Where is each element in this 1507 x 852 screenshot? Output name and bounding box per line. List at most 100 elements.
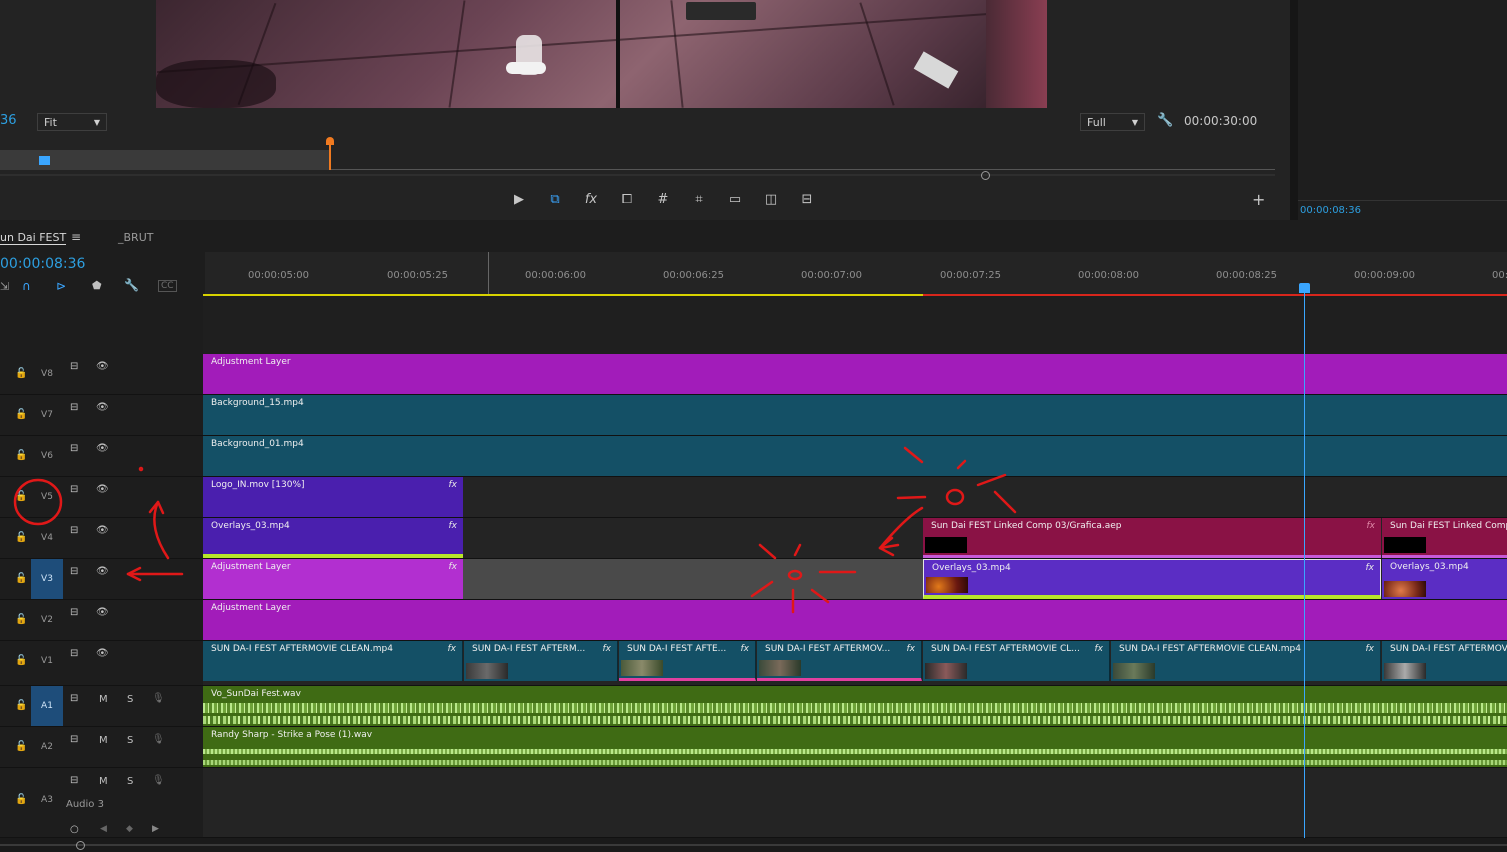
toggle-sync-icon[interactable]: ⊟ xyxy=(70,693,78,704)
captions-icon[interactable]: CC xyxy=(158,280,177,292)
track-name-a3[interactable]: Audio 3 xyxy=(66,799,104,810)
lock-icon[interactable]: 🔓 xyxy=(15,794,27,805)
mute-button[interactable]: M xyxy=(99,694,108,705)
mute-button[interactable]: M xyxy=(99,735,108,746)
clip[interactable]: SUN DA-I FEST AFTERMOVIE CL... fx xyxy=(923,641,1110,681)
clip[interactable]: Sun Dai FEST Linked Comp 0 xyxy=(1382,518,1507,558)
eye-icon[interactable]: 👁 xyxy=(96,443,109,454)
clip[interactable]: Adjustment Layer fx xyxy=(203,559,463,599)
prev-keyframe-icon[interactable]: ◀ xyxy=(100,824,107,834)
monitor-timecode[interactable]: 36 xyxy=(0,113,17,128)
eye-icon[interactable]: 👁 xyxy=(96,402,109,413)
audio-clip[interactable]: Randy Sharp - Strike a Pose (1).wav xyxy=(203,727,1507,767)
solo-button[interactable]: S xyxy=(127,694,133,705)
toggle-sync-icon[interactable]: ⊟ xyxy=(70,566,78,577)
eye-icon[interactable]: 👁 xyxy=(96,648,109,659)
wrench-icon[interactable]: 🔧 xyxy=(1157,113,1173,128)
clip[interactable]: Sun Dai FEST Linked Comp 03/Grafica.aep … xyxy=(923,518,1381,558)
comparison-view-icon[interactable]: ▭ xyxy=(726,191,744,209)
lock-icon[interactable]: 🔓 xyxy=(15,741,27,752)
track-target-v6[interactable]: V6 xyxy=(31,436,63,476)
clip[interactable]: SUN DA-I FEST AFTERMOVIE CLEAN.mp4 fx xyxy=(203,641,463,681)
eye-icon[interactable]: 👁 xyxy=(96,525,109,536)
tab-menu-icon[interactable]: ≡ xyxy=(71,230,81,244)
play-icon[interactable]: ▶ xyxy=(510,191,528,209)
microphone-icon[interactable]: 🎙 xyxy=(152,693,165,704)
clip[interactable]: Overlays_03.mp4 fx xyxy=(923,559,1381,599)
lock-icon[interactable]: 🔓 xyxy=(15,409,27,420)
microphone-icon[interactable]: 🎙 xyxy=(152,734,165,745)
audio-clip[interactable]: Vo_SunDai Fest.wav xyxy=(203,686,1507,726)
solo-button[interactable]: S xyxy=(127,776,133,787)
track-target-v2[interactable]: V2 xyxy=(31,600,63,640)
lock-icon[interactable]: 🔓 xyxy=(15,368,27,379)
clip[interactable]: Overlays_03.mp4 fx xyxy=(203,518,463,558)
clip[interactable]: SUN DA-I FEST AFTE... fx xyxy=(619,641,756,681)
toggle-sync-icon[interactable]: ⊟ xyxy=(70,648,78,659)
track-target-v4[interactable]: V4 xyxy=(31,518,63,558)
lock-icon[interactable]: 🔓 xyxy=(15,532,27,543)
safe-margins-icon[interactable]: ⌗ xyxy=(690,191,708,209)
track-target-v3[interactable]: V3 xyxy=(31,559,63,599)
tab-sequence-main[interactable]: un Dai FEST xyxy=(0,231,67,245)
toggle-sync-icon[interactable]: ⊟ xyxy=(70,361,78,372)
clip[interactable]: Adjustment Layer xyxy=(203,354,1507,394)
playback-resolution-dropdown[interactable]: Full ▼ xyxy=(1080,113,1145,131)
program-video-frame[interactable] xyxy=(156,0,1047,108)
lock-icon[interactable]: 🔓 xyxy=(15,700,27,711)
timeline-timecode[interactable]: 00:00:08:36 xyxy=(0,256,85,272)
clip[interactable]: Adjustment Layer xyxy=(203,600,1507,640)
track-target-a1[interactable]: A1 xyxy=(31,686,63,726)
grid-icon[interactable]: # xyxy=(654,191,672,209)
solo-button[interactable]: S xyxy=(127,735,133,746)
track-target-a2[interactable]: A2 xyxy=(31,727,63,767)
toggle-sync-icon[interactable]: ⊟ xyxy=(70,607,78,618)
clip[interactable]: SUN DA-I FEST AFTERMOVIE xyxy=(1382,641,1507,681)
lock-icon[interactable]: 🔓 xyxy=(15,491,27,502)
track-target-v1[interactable]: V1 xyxy=(31,641,63,681)
lock-icon[interactable]: 🔓 xyxy=(15,655,27,666)
monitor-scrub-bar[interactable] xyxy=(0,137,1275,170)
microphone-icon[interactable]: 🎙 xyxy=(152,775,165,786)
clip[interactable]: Background_15.mp4 xyxy=(203,395,1507,435)
overlay-icon[interactable]: ◫ xyxy=(762,191,780,209)
timeline-horizontal-scrollbar[interactable] xyxy=(0,838,1507,852)
add-marker-icon[interactable]: ⬟ xyxy=(92,279,102,292)
next-keyframe-icon[interactable]: ▶ xyxy=(152,824,159,834)
keyframe-icon[interactable]: ◆ xyxy=(126,824,133,834)
mute-button[interactable]: M xyxy=(99,776,108,787)
toggle-sync-icon[interactable]: ⊟ xyxy=(70,525,78,536)
eye-icon[interactable]: 👁 xyxy=(96,566,109,577)
zoom-scroll-handle[interactable] xyxy=(981,171,990,180)
clip[interactable]: Overlays_03.mp4 xyxy=(1382,559,1507,599)
zoom-level-dropdown[interactable]: Fit ▼ xyxy=(37,113,107,131)
export-frame-icon[interactable]: ⧠ xyxy=(618,191,636,209)
scroll-handle[interactable] xyxy=(76,841,85,850)
eye-icon[interactable]: 👁 xyxy=(96,484,109,495)
fx-icon[interactable]: fx xyxy=(582,191,600,209)
gap[interactable] xyxy=(463,559,923,599)
insert-nest-icon[interactable]: ⇲ xyxy=(0,280,9,293)
lock-icon[interactable]: 🔓 xyxy=(15,614,27,625)
eye-icon[interactable]: 👁 xyxy=(96,361,109,372)
tab-sequence-brut[interactable]: _BRUT xyxy=(118,231,153,244)
lock-icon[interactable]: 🔓 xyxy=(15,450,27,461)
lock-icon[interactable]: 🔓 xyxy=(15,573,27,584)
toggle-sync-icon[interactable]: ⊟ xyxy=(70,443,78,454)
zoom-scroll-bar[interactable] xyxy=(0,174,1275,176)
clip[interactable]: SUN DA-I FEST AFTERM... fx xyxy=(464,641,618,681)
toggle-sync-icon[interactable]: ⊟ xyxy=(70,734,78,745)
toggle-sync-icon[interactable]: ⊟ xyxy=(70,402,78,413)
linked-selection-icon[interactable]: ⊳ xyxy=(56,279,66,293)
track-target-v5[interactable]: V5 xyxy=(31,477,63,517)
track-target-v8[interactable]: V8 xyxy=(31,354,63,394)
source-timecode[interactable]: 00:00:08:36 xyxy=(1300,205,1361,216)
multicam-icon[interactable]: ⊟ xyxy=(798,191,816,209)
keyframe-add-icon[interactable]: ○ xyxy=(70,824,79,835)
clip[interactable]: SUN DA-I FEST AFTERMOVIE CLEAN.mp4 fx xyxy=(1111,641,1381,681)
in-point-marker[interactable] xyxy=(39,156,50,165)
track-target-v7[interactable]: V7 xyxy=(31,395,63,435)
timeline-settings-icon[interactable]: 🔧 xyxy=(124,278,139,292)
eye-icon[interactable]: 👁 xyxy=(96,607,109,618)
toggle-sync-icon[interactable]: ⊟ xyxy=(70,484,78,495)
